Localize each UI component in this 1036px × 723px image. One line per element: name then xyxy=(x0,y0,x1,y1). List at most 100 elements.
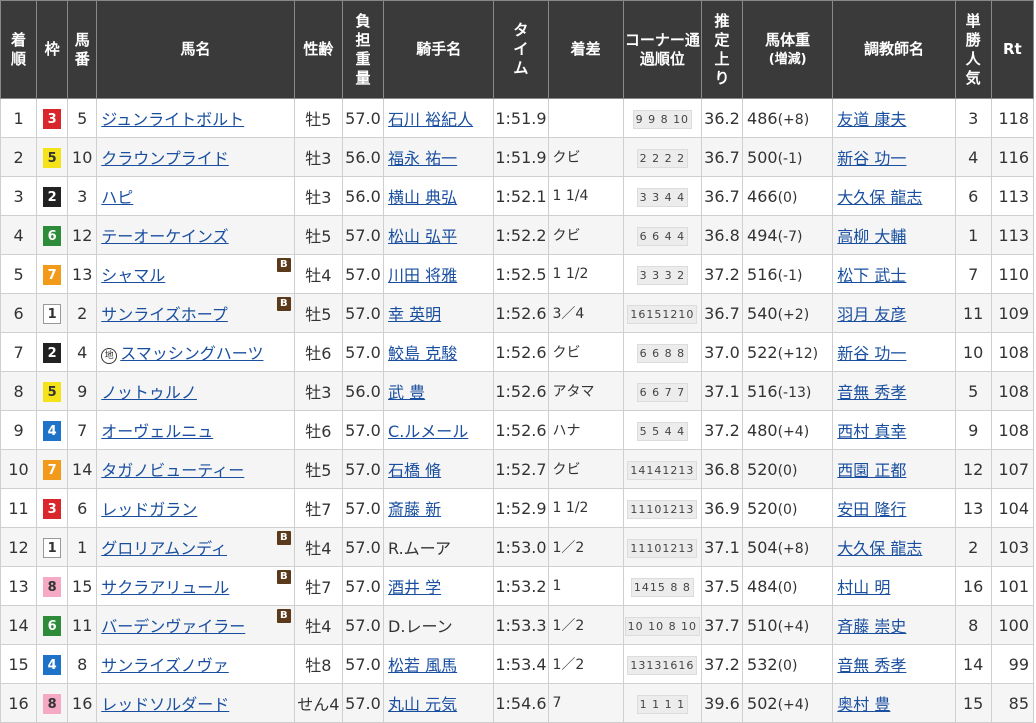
trainer-link[interactable]: 音無 秀孝 xyxy=(837,656,906,675)
header-body-weight[interactable]: 馬体重 (増減) xyxy=(742,0,834,99)
cell-umaban: 15 xyxy=(67,566,98,606)
cell-rt: 109 xyxy=(990,293,1035,333)
header-last3f[interactable]: 推定上り xyxy=(700,0,744,99)
body-weight-diff: (+8) xyxy=(777,540,810,557)
header-rt[interactable]: Rt xyxy=(990,0,1035,99)
cell-rank: 1 xyxy=(0,98,38,138)
jockey-link[interactable]: C.ルメール xyxy=(388,422,468,441)
header-umaban[interactable]: 馬番 xyxy=(67,0,98,99)
trainer-link[interactable]: 羽月 友彦 xyxy=(837,305,906,324)
jockey-link[interactable]: 川田 将雅 xyxy=(388,266,457,285)
waku-badge: 2 xyxy=(43,342,62,363)
header-waku[interactable]: 枠 xyxy=(36,0,69,99)
cell-time: 1:51.9 xyxy=(493,98,549,138)
jockey-link[interactable]: 石橋 脩 xyxy=(388,461,441,480)
horse-link[interactable]: レッドガラン xyxy=(101,500,197,519)
horse-link[interactable]: スマッシングハーツ xyxy=(120,344,263,363)
trainer-link[interactable]: 高柳 大輔 xyxy=(837,227,906,246)
trainer-link[interactable]: 奥村 豊 xyxy=(837,695,890,714)
cell-corner: 10 10 8 10 xyxy=(622,605,702,645)
horse-link[interactable]: サクラアリュール xyxy=(101,578,229,597)
waku-badge: 4 xyxy=(43,420,62,441)
horse-link[interactable]: ノットゥルノ xyxy=(101,383,197,402)
header-margin[interactable]: 着差 xyxy=(547,0,624,99)
header-rank[interactable]: 着順 xyxy=(0,0,38,99)
jockey-link[interactable]: 鮫島 克駿 xyxy=(388,344,457,363)
header-time[interactable]: タイム xyxy=(493,0,549,99)
trainer-link[interactable]: 音無 秀孝 xyxy=(837,383,906,402)
body-weight: 502 xyxy=(747,693,778,713)
horse-link[interactable]: クラウンプライド xyxy=(101,149,229,168)
cell-body-weight: 500(-1) xyxy=(742,137,834,177)
trainer-link[interactable]: 安田 隆行 xyxy=(837,500,906,519)
cell-horse: バーデンヴァイラー B xyxy=(96,605,295,645)
trainer-link[interactable]: 友道 康夫 xyxy=(837,110,906,129)
trainer-link[interactable]: 斉藤 崇史 xyxy=(837,617,906,636)
header-horse[interactable]: 馬名 xyxy=(96,0,295,99)
table-row: 15 4 8 サンライズノヴァ 牡8 57.0 松若 風馬 1:53.4 1／2 13131616… xyxy=(0,644,1035,684)
cell-margin: 1／2 xyxy=(547,644,624,684)
horse-link[interactable]: テーオーケインズ xyxy=(101,227,228,246)
jockey-link[interactable]: 松山 弘平 xyxy=(388,227,457,246)
cell-body-weight: 532(0) xyxy=(742,644,834,684)
jockey-link[interactable]: 斎藤 新 xyxy=(388,500,441,519)
jockey-link[interactable]: 横山 典弘 xyxy=(388,188,457,207)
header-jockey[interactable]: 騎手名 xyxy=(383,0,495,99)
cell-last3f: 37.5 xyxy=(700,566,744,606)
trainer-link[interactable]: 大久保 龍志 xyxy=(837,539,922,558)
cell-popularity: 3 xyxy=(954,98,992,138)
trainer-link[interactable]: 新谷 功一 xyxy=(837,149,906,168)
cell-popularity: 15 xyxy=(954,683,992,723)
cell-umaban: 6 xyxy=(67,488,98,528)
jockey-link[interactable]: 酒井 学 xyxy=(388,578,441,597)
header-weight-carried[interactable]: 負担重量 xyxy=(341,0,385,99)
cell-last3f: 36.8 xyxy=(700,215,744,255)
header-sexage[interactable]: 性齢 xyxy=(293,0,343,99)
cell-time: 1:51.9 xyxy=(493,137,549,177)
table-row: 5 7 13 シャマル B 牡4 57.0 川田 将雅 1:52.5 1 1/2 3 3 3 2 37… xyxy=(0,254,1035,294)
horse-link[interactable]: ジュンライトボルト xyxy=(101,110,244,129)
cell-margin: 7 xyxy=(547,683,624,723)
cell-rank: 8 xyxy=(0,371,38,411)
jockey-link[interactable]: 武 豊 xyxy=(388,383,425,402)
header-corner[interactable]: コーナー通 過順位 xyxy=(622,0,702,99)
horse-link[interactable]: サンライズホープ xyxy=(101,305,228,324)
body-weight: 480 xyxy=(747,420,778,440)
cell-umaban: 1 xyxy=(67,527,98,567)
cell-margin: アタマ xyxy=(547,371,624,411)
horse-link[interactable]: レッドソルダード xyxy=(101,695,229,714)
table-row: 8 5 9 ノットゥルノ 牡3 56.0 武 豊 1:52.6 アタマ 6 6 7 7 37.1 51… xyxy=(0,371,1035,411)
cell-rank: 11 xyxy=(0,488,38,528)
jockey-link[interactable]: 幸 英明 xyxy=(388,305,441,324)
horse-link[interactable]: バーデンヴァイラー xyxy=(101,617,245,636)
horse-link[interactable]: ハピ xyxy=(101,188,133,207)
header-popularity[interactable]: 単勝人気 xyxy=(954,0,992,99)
cell-rt: 100 xyxy=(990,605,1035,645)
jockey-link[interactable]: 松若 風馬 xyxy=(388,656,457,675)
trainer-link[interactable]: 西村 真幸 xyxy=(837,422,906,441)
trainer-link[interactable]: 松下 武士 xyxy=(837,266,906,285)
trainer-link[interactable]: 村山 明 xyxy=(837,578,890,597)
cell-weight-carried: 57.0 xyxy=(341,98,385,138)
horse-link[interactable]: サンライズノヴァ xyxy=(101,656,229,675)
jockey-link[interactable]: 丸山 元気 xyxy=(388,695,457,714)
horse-link[interactable]: タガノビューティー xyxy=(101,461,244,480)
cell-last3f: 37.7 xyxy=(700,605,744,645)
cell-umaban: 14 xyxy=(67,449,98,489)
cell-trainer: 友道 康夫 xyxy=(832,98,956,138)
body-weight: 516 xyxy=(747,264,778,284)
cell-jockey: 酒井 学 xyxy=(383,566,495,606)
horse-link[interactable]: シャマル xyxy=(101,266,165,285)
jockey-link[interactable]: 福永 祐一 xyxy=(388,149,457,168)
cell-waku: 3 xyxy=(36,98,69,138)
cell-horse: グロリアムンディ B xyxy=(96,527,295,567)
header-trainer[interactable]: 調教師名 xyxy=(832,0,956,99)
trainer-link[interactable]: 大久保 龍志 xyxy=(837,188,922,207)
table-row: 9 4 7 オーヴェルニュ 牡6 57.0 C.ルメール 1:52.6 ハナ 5 5 4 4 37.… xyxy=(0,410,1035,450)
trainer-link[interactable]: 新谷 功一 xyxy=(837,344,906,363)
horse-link[interactable]: グロリアムンディ xyxy=(101,539,227,558)
trainer-link[interactable]: 西園 正都 xyxy=(837,461,906,480)
horse-link[interactable]: オーヴェルニュ xyxy=(101,422,213,441)
jockey-link[interactable]: 石川 裕紀人 xyxy=(388,110,473,129)
cell-body-weight: 510(+4) xyxy=(742,605,834,645)
